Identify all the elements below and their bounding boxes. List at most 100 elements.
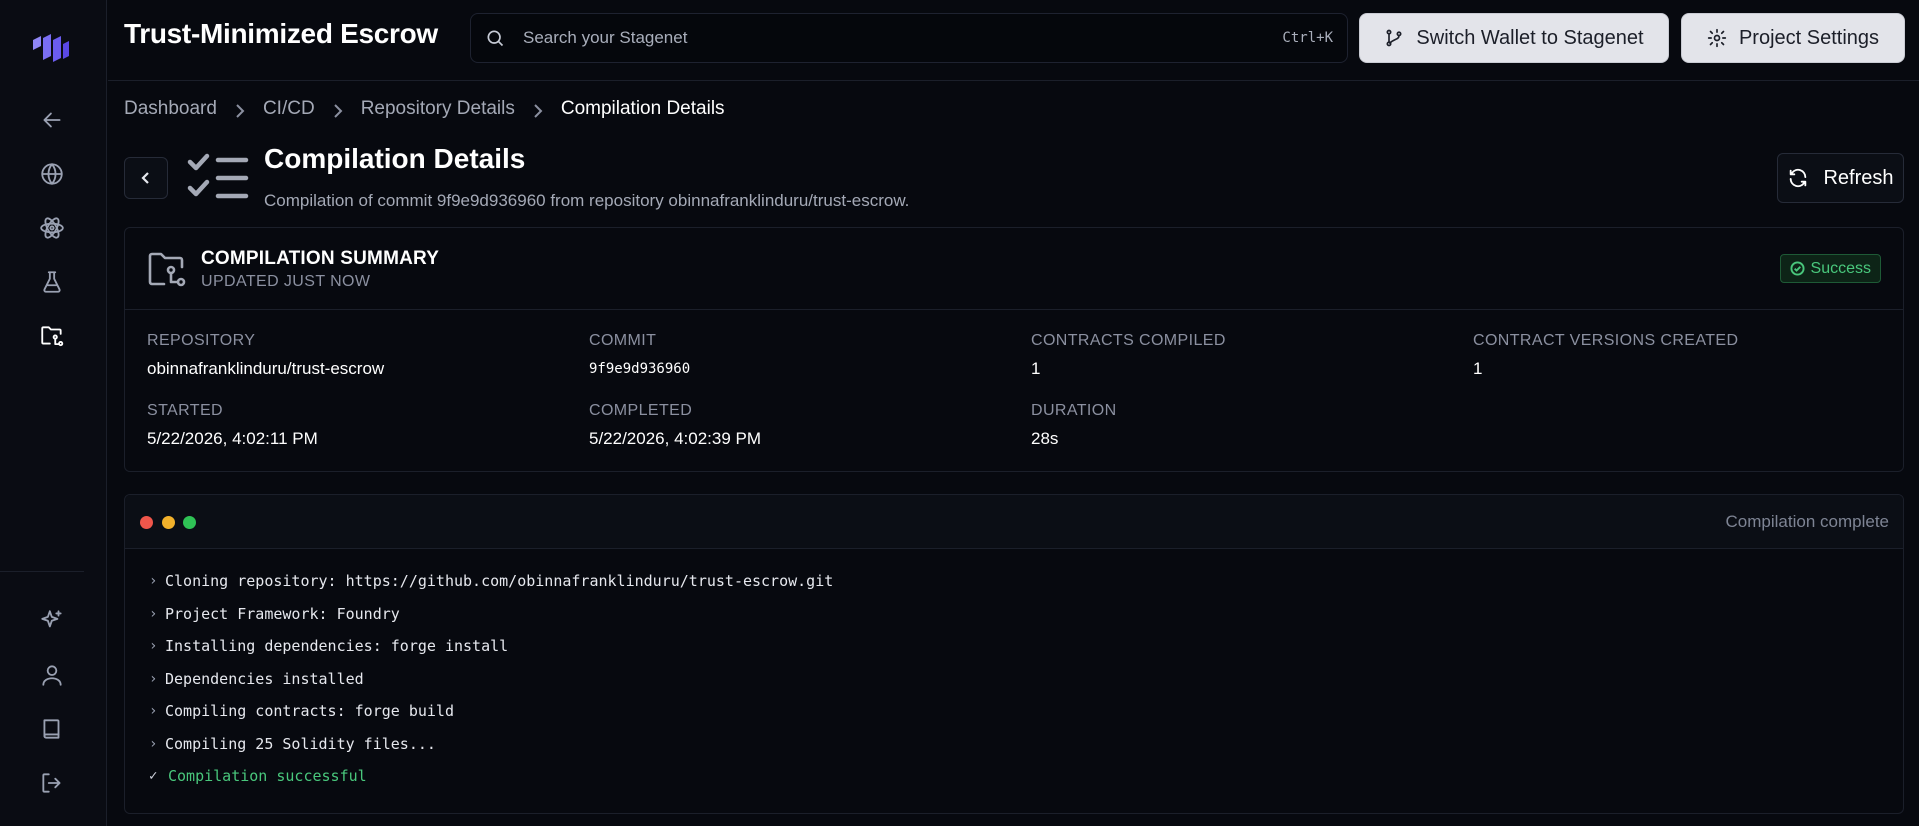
project-title: Trust-Minimized Escrow [124,18,438,49]
log-line-success: ✓ Compilation successful [149,760,1903,793]
field-duration: DURATION 28s [1031,402,1117,449]
back-button[interactable] [124,157,168,199]
sidebar-item-network[interactable] [33,155,71,193]
logo-icon [33,34,69,62]
sparkles-icon [41,610,62,628]
field-label: CONTRACT VERSIONS CREATED [1473,332,1739,349]
page-title: Compilation Details [264,143,526,174]
breadcrumb: Dashboard CI/CD Repository Details Compi… [124,98,725,120]
sidebar-item-account[interactable] [33,656,71,694]
search-icon [487,30,504,47]
field-label: STARTED [147,402,223,419]
top-header: Trust-Minimized Escrow Ctrl+K Switch Wal… [108,0,1919,81]
search-shortcut: Ctrl+K [1282,30,1333,46]
field-label: REPOSITORY [147,332,256,349]
chevron-right-icon: › [149,638,158,655]
log-line: › Compiling contracts: forge build [149,695,1903,728]
log-text: Project Framework: Foundry [165,604,400,623]
field-label: COMPLETED [589,402,693,419]
app-logo[interactable] [31,32,71,64]
git-branch-icon [1386,29,1402,47]
log-line: › Compiling 25 Solidity files... [149,728,1903,761]
field-commit: COMMIT 9f9e9d936960 [589,332,690,377]
breadcrumb-cicd[interactable]: CI/CD [263,98,315,120]
sidebar-item-testing[interactable] [33,263,71,301]
field-value: 5/22/2026, 4:02:39 PM [589,429,762,448]
refresh-label: Refresh [1823,166,1894,189]
field-label: CONTRACTS COMPILED [1031,332,1226,349]
field-value: 1 [1473,359,1483,378]
project-settings-button[interactable]: Project Settings [1681,13,1905,63]
log-line: › Dependencies installed [149,663,1903,696]
field-completed: COMPLETED 5/22/2026, 4:02:39 PM [589,402,761,449]
field-started: STARTED 5/22/2026, 4:02:11 PM [147,402,318,449]
field-contract-versions: CONTRACT VERSIONS CREATED 1 [1473,332,1738,379]
field-value: 28s [1031,429,1059,448]
window-dot-red [140,516,153,529]
atom-icon [40,217,64,239]
project-settings-label: Project Settings [1738,26,1880,49]
field-contracts-compiled: CONTRACTS COMPILED 1 [1031,332,1226,379]
log-line: › Project Framework: Foundry [149,598,1903,631]
breadcrumb-dashboard[interactable]: Dashboard [124,98,217,120]
log-text: Compiling contracts: forge build [165,702,454,721]
user-icon [42,665,62,686]
check-icon: ✓ [149,768,158,785]
terminal-status: Compilation complete [1725,512,1889,531]
search-bar[interactable]: Ctrl+K [470,13,1348,63]
page-subtitle: Compilation of commit 9f9e9d936960 from … [264,191,910,210]
switch-wallet-label: Switch Wallet to Stagenet [1416,26,1644,49]
gear-icon [1707,28,1727,48]
sidebar-back-button[interactable] [33,101,71,139]
compilation-log-terminal: Compilation complete › Cloning repository… [124,494,1904,814]
sidebar-item-ai[interactable] [33,602,71,640]
status-badge: Success [1779,254,1881,283]
list-checks-icon [187,153,249,199]
sidebar-item-docs[interactable] [33,710,71,748]
field-label: COMMIT [589,332,657,349]
terminal-header: Compilation complete [125,495,1903,549]
sidebar [0,0,107,826]
field-value: 9f9e9d936960 [589,361,691,377]
switch-wallet-button[interactable]: Switch Wallet to Stagenet [1359,13,1669,63]
chevron-right-icon: › [149,735,158,752]
sidebar-item-cicd[interactable] [33,317,71,355]
field-label: DURATION [1031,402,1117,419]
refresh-button[interactable]: Refresh [1777,153,1904,203]
log-text: Installing dependencies: forge install [165,637,509,656]
sidebar-divider [0,571,84,572]
globe-icon [41,163,63,185]
search-input[interactable] [523,28,1283,48]
sidebar-item-contracts[interactable] [33,209,71,247]
log-line: › Installing dependencies: forge install [149,630,1903,663]
field-value: 1 [1031,359,1041,378]
window-dot-green [183,516,196,529]
summary-updated: UPDATED JUST NOW [201,273,371,290]
field-value: obinnafranklinduru/trust-escrow [147,359,385,378]
summary-header: COMPILATION SUMMARY UPDATED JUST NOW Suc… [125,228,1903,310]
logout-icon [42,773,61,793]
sidebar-item-logout[interactable] [33,764,71,802]
folder-git-icon [41,326,64,347]
chevron-right-icon [235,102,245,118]
chevron-right-icon: › [149,605,158,622]
summary-title: COMPILATION SUMMARY [201,248,440,269]
check-circle-icon [1790,261,1805,276]
chevron-right-icon: › [149,703,158,720]
chevron-right-icon: › [149,670,158,687]
breadcrumb-repository-details[interactable]: Repository Details [361,98,515,120]
log-text: Cloning repository: https://github.com/o… [165,572,834,591]
log-text: Dependencies installed [165,669,364,688]
status-label: Success [1810,259,1871,277]
log-text: Compiling 25 Solidity files... [165,734,436,753]
flask-icon [43,271,61,293]
chevron-right-icon: › [149,573,158,590]
book-icon [43,719,60,739]
folder-git-icon [148,252,186,287]
chevron-right-icon [333,102,343,118]
window-dot-yellow [162,516,175,529]
terminal-log: › Cloning repository: https://github.com/… [125,549,1903,793]
refresh-icon [1790,168,1807,188]
chevron-right-icon [533,102,543,118]
field-repository: REPOSITORY obinnafranklinduru/trust-escr… [147,332,384,379]
